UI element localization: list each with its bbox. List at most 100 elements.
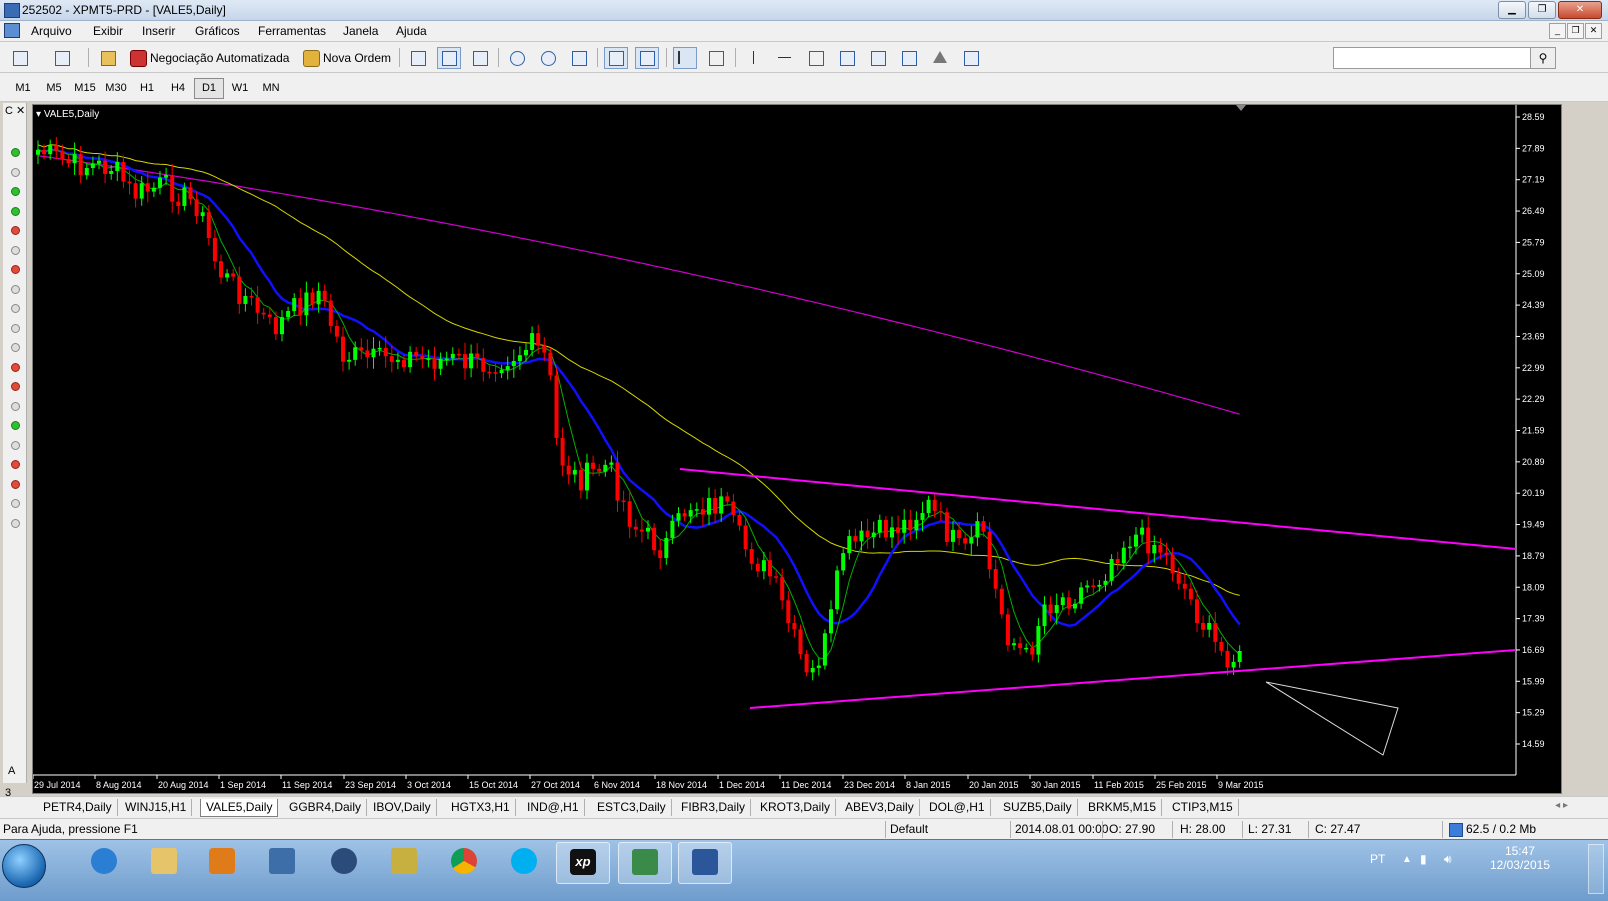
chart-window[interactable]: ▾ VALE5,Daily 28.59 27.89 27.19 26.49 25.79 2… bbox=[32, 104, 1562, 794]
menu-ferramentas[interactable]: Ferramentas bbox=[258, 24, 326, 38]
chrome-icon[interactable] bbox=[438, 842, 490, 882]
timeframe-m30[interactable]: M30 bbox=[101, 78, 131, 99]
text-icon[interactable] bbox=[897, 47, 921, 69]
mdi-chart-icon[interactable] bbox=[4, 23, 20, 38]
object-dot-icon[interactable] bbox=[11, 245, 20, 255]
vertical-line-icon[interactable] bbox=[742, 47, 766, 69]
menu-inserir[interactable]: Inserir bbox=[142, 24, 175, 38]
mdi-close-button[interactable]: ✕ bbox=[1585, 23, 1602, 39]
language-indicator[interactable]: PT bbox=[1370, 852, 1385, 866]
price-chart[interactable]: 28.59 27.89 27.19 26.49 25.79 25.09 24.39 23.69… bbox=[33, 105, 1561, 793]
timeframe-m5[interactable]: M5 bbox=[39, 78, 69, 99]
object-dot-icon[interactable] bbox=[11, 518, 20, 528]
symbol-tab-ggbr4-daily[interactable]: GGBR4,Daily bbox=[284, 799, 368, 816]
object-dot-icon[interactable] bbox=[11, 401, 20, 411]
notepad-app-icon[interactable] bbox=[378, 842, 430, 882]
symbol-tab-winj15-h1[interactable]: WINJ15,H1 bbox=[120, 799, 193, 816]
clock[interactable]: 15:47 12/03/2015 bbox=[1490, 844, 1550, 872]
object-dot-icon[interactable] bbox=[11, 499, 20, 508]
symbol-tab-ibov-daily[interactable]: IBOV,Daily bbox=[368, 799, 437, 816]
new-chart-icon[interactable] bbox=[8, 47, 32, 69]
search-input[interactable] bbox=[1333, 47, 1533, 69]
timeframe-d1[interactable]: D1 bbox=[194, 78, 224, 99]
symbol-tab-dol-h1[interactable]: DOL@,H1 bbox=[924, 799, 991, 816]
sell-arrow-icon[interactable] bbox=[11, 382, 20, 391]
timeframe-h4[interactable]: H4 bbox=[163, 78, 193, 99]
timeframe-h1[interactable]: H1 bbox=[132, 78, 162, 99]
tabs-scroll-arrows[interactable]: ◂ ▸ bbox=[1555, 800, 1568, 811]
crosshair-icon[interactable] bbox=[704, 47, 728, 69]
file-explorer-icon[interactable] bbox=[138, 842, 190, 882]
buy-arrow-icon[interactable] bbox=[11, 421, 20, 430]
skype-icon[interactable] bbox=[498, 842, 550, 882]
network-icon[interactable]: ▮ bbox=[1420, 852, 1427, 866]
mdi-minimize-button[interactable]: _ bbox=[1549, 23, 1566, 39]
hp-icon[interactable] bbox=[318, 842, 370, 882]
horizontal-line-icon[interactable] bbox=[773, 47, 797, 69]
minimize-button[interactable]: ▁ bbox=[1498, 1, 1526, 19]
object-dot-icon[interactable] bbox=[11, 304, 20, 313]
menu-janela[interactable]: Janela bbox=[343, 24, 378, 38]
menu-ajuda[interactable]: Ajuda bbox=[396, 24, 427, 38]
close-button[interactable]: ✕ bbox=[1558, 1, 1602, 19]
market-watch-icon[interactable] bbox=[96, 47, 120, 69]
timeframe-w1[interactable]: W1 bbox=[225, 78, 255, 99]
label-icon[interactable] bbox=[928, 47, 952, 69]
timeframe-m15[interactable]: M15 bbox=[70, 78, 100, 99]
symbol-tab-krot3-daily[interactable]: KROT3,Daily bbox=[755, 799, 837, 816]
sell-arrow-icon[interactable] bbox=[11, 362, 20, 372]
panel-close-label[interactable]: C ✕ bbox=[5, 104, 25, 117]
equidistant-channel-icon[interactable] bbox=[835, 47, 859, 69]
symbol-tab-ind-h1[interactable]: IND@,H1 bbox=[522, 799, 585, 816]
word-icon[interactable] bbox=[678, 842, 732, 884]
symbol-tab-petr4-daily[interactable]: PETR4,Daily bbox=[38, 799, 118, 816]
remote-desktop-icon[interactable] bbox=[256, 842, 308, 882]
symbol-tab-abev3-daily[interactable]: ABEV3,Daily bbox=[840, 799, 920, 816]
symbol-tab-estc3-daily[interactable]: ESTC3,Daily bbox=[592, 799, 672, 816]
object-dot-icon[interactable] bbox=[11, 343, 20, 352]
bar-chart-icon[interactable] bbox=[406, 47, 430, 69]
auto-scroll-icon[interactable] bbox=[604, 47, 628, 69]
object-dot-icon[interactable] bbox=[11, 284, 20, 294]
profiles-icon[interactable] bbox=[50, 47, 74, 69]
menu-arquivo[interactable]: Arquivo bbox=[31, 24, 72, 38]
tile-windows-icon[interactable] bbox=[567, 47, 591, 69]
timeframe-mn[interactable]: MN bbox=[256, 78, 286, 99]
start-button[interactable] bbox=[2, 844, 46, 888]
cursor-icon[interactable] bbox=[673, 47, 697, 69]
timeframe-m1[interactable]: M1 bbox=[8, 78, 38, 99]
buy-arrow-icon[interactable] bbox=[11, 187, 20, 196]
shapes-dropdown-icon[interactable] bbox=[959, 47, 999, 69]
symbol-tab-suzb5-daily[interactable]: SUZB5,Daily bbox=[998, 799, 1078, 816]
sell-arrow-icon[interactable] bbox=[11, 460, 20, 469]
fibonacci-icon[interactable] bbox=[866, 47, 890, 69]
new-order-button[interactable]: Nova Ordem bbox=[300, 47, 392, 69]
tray-arrow-icon[interactable]: ▲ bbox=[1402, 854, 1412, 865]
chart-shift-icon[interactable] bbox=[635, 47, 659, 69]
show-desktop-button[interactable] bbox=[1588, 844, 1604, 894]
sell-arrow-icon[interactable] bbox=[11, 226, 20, 235]
volume-icon[interactable]: 🔊︎ bbox=[1444, 852, 1452, 867]
object-dot-icon[interactable] bbox=[11, 440, 20, 450]
mdi-restore-button[interactable]: ❐ bbox=[1567, 23, 1584, 39]
symbol-tab-fibr3-daily[interactable]: FIBR3,Daily bbox=[676, 799, 752, 816]
object-dot-icon[interactable] bbox=[11, 167, 20, 177]
candlestick-chart-icon[interactable] bbox=[437, 47, 461, 69]
metatrader-icon[interactable] bbox=[618, 842, 672, 884]
zoom-in-icon[interactable] bbox=[505, 47, 529, 69]
menu-exibir[interactable]: Exibir bbox=[93, 24, 123, 38]
internet-explorer-icon[interactable] bbox=[78, 842, 130, 882]
buy-arrow-icon[interactable] bbox=[11, 206, 20, 216]
media-player-icon[interactable] bbox=[196, 842, 248, 882]
line-chart-icon[interactable] bbox=[468, 47, 492, 69]
sell-arrow-icon[interactable] bbox=[11, 479, 20, 489]
symbol-tab-vale5-daily[interactable]: VALE5,Daily bbox=[200, 799, 279, 817]
maximize-button[interactable]: ❐ bbox=[1528, 1, 1556, 19]
buy-arrow-icon[interactable] bbox=[11, 148, 20, 157]
search-icon[interactable]: ⚲ bbox=[1530, 47, 1556, 69]
symbol-tab-brkm5-m15[interactable]: BRKM5,M15 bbox=[1083, 799, 1163, 816]
sell-arrow-icon[interactable] bbox=[11, 265, 20, 274]
object-dot-icon[interactable] bbox=[11, 323, 20, 333]
trendline-icon[interactable] bbox=[804, 47, 828, 69]
auto-trading-button[interactable]: Negociação Automatizada bbox=[127, 47, 290, 69]
